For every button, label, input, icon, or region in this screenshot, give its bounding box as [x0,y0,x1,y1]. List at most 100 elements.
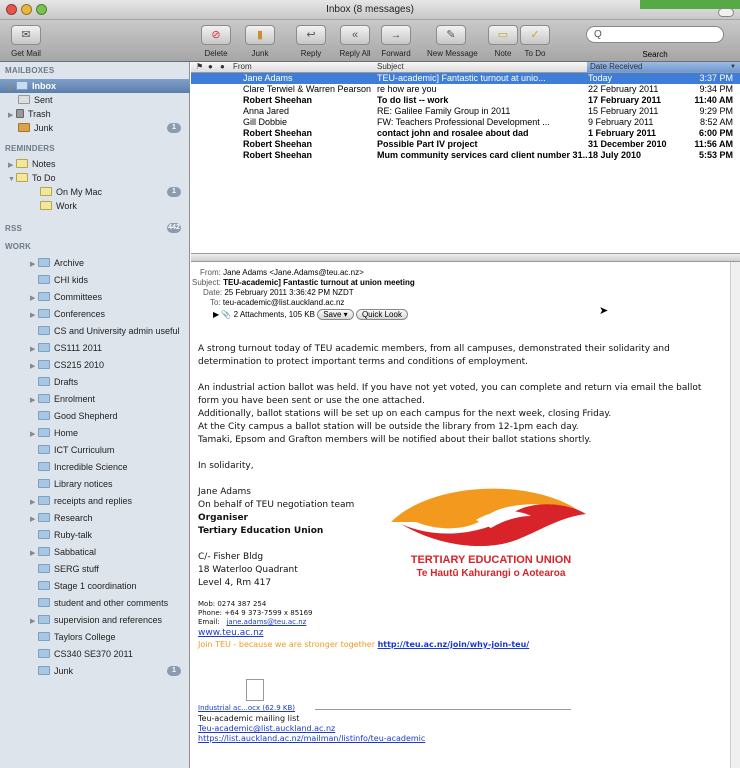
disclosure-triangle-icon[interactable]: ▶ [30,513,38,527]
from-value[interactable]: Jane Adams <Jane.Adams@teu.ac.nz> [223,268,364,277]
sidebar-item-folder[interactable]: ▶ Conferences [30,307,105,321]
disclosure-triangle-icon[interactable]: ▶ [30,428,38,442]
sidebar-item-folder[interactable]: Drafts [30,375,78,389]
sidebar-item-junk[interactable]: Junk [18,121,53,135]
document-icon[interactable] [246,679,264,701]
disclosure-triangle-icon[interactable]: ▶ [30,496,38,510]
sidebar-item-work-todo[interactable]: Work [40,199,77,213]
mailing-list-url-link[interactable]: https://list.auckland.ac.nz/mailman/list… [198,734,425,743]
sidebar-item-folder[interactable]: Incredible Science [30,460,128,474]
folder-icon [38,394,50,403]
message-time: 9:34 PM [699,84,733,94]
disclosure-triangle-icon[interactable]: ▶ [30,615,38,629]
junk-button[interactable]: ▮ Junk [236,23,284,58]
disclosure-triangle-icon[interactable]: ▶ [30,343,38,357]
svg-text:Te Hautū Kahurangi o Aotearoa: Te Hautū Kahurangi o Aotearoa [417,568,566,579]
sidebar-item-folder[interactable]: CS and University admin useful [30,324,180,338]
message-row[interactable]: Robert Sheehan To do list -- work 17 Febru… [191,95,740,106]
save-button[interactable]: Save ▾ [317,309,354,320]
sidebar-item-folder[interactable]: student and other comments [30,596,168,610]
preview-scrollbar[interactable] [730,262,740,768]
column-date-received[interactable]: Date Received ▼ [587,62,740,72]
sidebar-item-folder[interactable]: CHI kids [30,273,88,287]
sidebar-item-folder[interactable]: ▶ Research [30,511,93,525]
disclosure-triangle-icon[interactable]: ▶ [30,292,38,306]
attachments-summary: 2 Attachments, 105 KB [233,310,315,319]
sidebar-item-folder[interactable]: ▶ supervision and references [30,613,162,627]
sidebar-item-sent[interactable]: Sent [18,93,53,107]
sidebar-item-todo[interactable]: ▼ To Do [8,171,56,185]
sidebar-item-folder[interactable]: Taylors College [30,630,116,644]
message-row[interactable]: Robert Sheehan Mum community services car… [191,150,740,161]
disclosure-triangle-icon[interactable]: ▶ [30,547,38,561]
to-value[interactable]: teu-academic@list.auckland.ac.nz [223,298,345,307]
column-subject[interactable]: Subject [377,62,404,72]
message-from: Robert Sheehan [243,150,313,160]
flag-column-icon[interactable]: ⚑ [196,62,203,72]
window-title: Inbox (8 messages) [326,4,414,15]
get-mail-button[interactable]: ✉ Get Mail [2,23,50,58]
mailing-list-email-link[interactable]: Teu-academic@list.auckland.ac.nz [198,724,335,733]
svg-text:TERTIARY EDUCATION UNION: TERTIARY EDUCATION UNION [411,554,572,566]
sidebar-item-folder[interactable]: Stage 1 coordination [30,579,137,593]
pane-splitter[interactable] [191,253,740,262]
column-from[interactable]: From [233,62,252,72]
sidebar-item-folder[interactable]: ▶ Committees [30,290,102,304]
disclosure-triangle-icon[interactable]: ▶ [30,309,38,323]
sidebar-item-folder[interactable]: ▶ receipts and replies [30,494,132,508]
attachment-column-icon[interactable]: ● [220,62,225,72]
disclosure-triangle-icon[interactable]: ▶ [30,394,38,408]
message-row[interactable]: Gill Dobbie FW: Teachers Professional Dev… [191,117,740,128]
disclosure-triangle-icon[interactable]: ▶ [30,360,38,374]
forward-icon: → [381,25,411,45]
email-link[interactable]: jane.adams@teu.ac.nz [226,618,306,626]
sidebar-item-notes[interactable]: ▶ Notes [8,157,56,171]
sidebar-item-folder[interactable]: ICT Curriculum [30,443,114,457]
message-subject: contact john and rosalee about dad [377,128,529,138]
sidebar-item-folder[interactable]: ▶ CS111 2011 [30,341,102,355]
sidebar-item-folder[interactable]: Junk [30,664,73,678]
sidebar-item-folder[interactable]: Good Shepherd [30,409,118,423]
reply-icon: ↩ [296,25,326,45]
message-time: 9:29 PM [699,106,733,116]
message-row[interactable]: Jane Adams TEU-academic] Fantastic turnou… [191,73,740,84]
sidebar-item-folder[interactable]: ▶ CS215 2010 [30,358,104,372]
disclosure-triangle-icon[interactable]: ▶ [213,310,219,319]
quick-look-button[interactable]: Quick Look [355,309,408,320]
message-row[interactable]: Clare Terwiel & Warren Pearson re how are… [191,84,740,95]
message-row[interactable]: Robert Sheehan contact john and rosalee a… [191,128,740,139]
folder-icon [38,615,50,624]
read-column-icon[interactable]: ● [208,62,213,72]
sidebar-item-folder[interactable]: SERG stuff [30,562,99,576]
message-subject: FW: Teachers Professional Development ..… [377,117,550,127]
message-from: Anna Jared [243,106,290,116]
sidebar-item-folder[interactable]: Library notices [30,477,113,491]
message-row[interactable]: Robert Sheehan Possible Part IV project 31… [191,139,740,150]
todo-button[interactable]: ✓ To Do [511,23,559,58]
sidebar-item-folder[interactable]: CS340 SE370 2011 [30,647,133,661]
search-input[interactable]: Q [586,26,724,43]
delete-icon: ⊘ [201,25,231,45]
website-link[interactable]: www.teu.ac.nz [198,628,264,638]
sidebar-item-trash[interactable]: ▶ Trash [8,107,51,121]
folder-icon [38,530,50,539]
attachment-link[interactable]: Industrial ac...ocx (62.9 KB) [198,704,295,712]
sidebar-item-folder[interactable]: Ruby-talk [30,528,92,542]
sidebar-item-inbox[interactable]: ▶ Inbox [8,79,56,93]
sidebar-item-on-my-mac[interactable]: On My Mac [40,185,102,199]
sidebar-item-folder[interactable]: ▶ Archive [30,256,84,270]
sidebar-item-folder[interactable]: ▶ Home [30,426,78,440]
forward-button[interactable]: → Forward [372,23,420,58]
new-message-button[interactable]: ✎ New Message [427,23,478,58]
sidebar-item-folder[interactable]: ▶ Enrolment [30,392,95,406]
disclosure-triangle-icon[interactable]: ▶ [30,258,38,272]
delete-button[interactable]: ⊘ Delete [192,23,240,58]
join-link[interactable]: http://teu.ac.nz/join/why-join-teu/ [378,640,530,649]
sidebar-item-folder[interactable]: ▶ Sabbatical [30,545,96,559]
section-rss[interactable]: RSS [5,224,22,233]
message-row[interactable]: Anna Jared RE: Galilee Family Group in 20… [191,106,740,117]
compose-icon: ✎ [436,25,466,45]
reply-button[interactable]: ↩ Reply [287,23,335,58]
title-bar: Inbox (8 messages) [0,0,740,20]
toolbar-toggle-button[interactable] [718,8,734,17]
